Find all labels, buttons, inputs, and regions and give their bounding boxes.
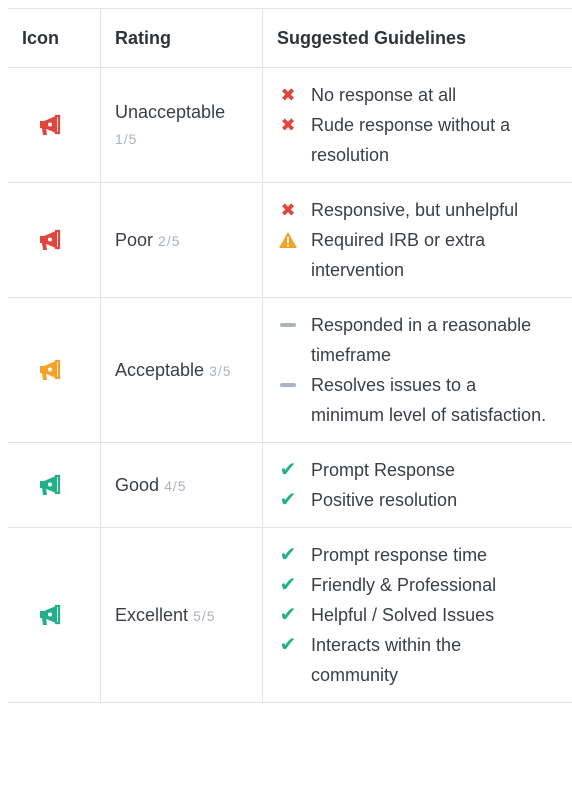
dash-icon — [277, 310, 299, 340]
check-icon: ✔ — [279, 634, 297, 656]
icon-cell — [8, 68, 101, 182]
guidelines-list: ✖ Responsive, but unhelpful Required IRB o… — [277, 183, 558, 297]
table-body: Unacceptable 1/5 ✖ No response at all ✖ Rude… — [8, 68, 572, 703]
guideline-text: Friendly & Professional — [311, 575, 497, 595]
icon-cell — [8, 443, 101, 527]
warning-icon — [277, 225, 299, 255]
guideline-text: No response at all — [311, 85, 457, 105]
list-item: Responded in a reasonable timeframe — [277, 310, 558, 370]
list-item: ✔ Prompt response time — [277, 540, 558, 570]
rating-cell: Excellent 5/5 — [101, 528, 263, 702]
guidelines-list: ✔ Prompt Response ✔ Positive resolution — [277, 443, 558, 527]
list-item: Resolves issues to a minimum level of sa… — [277, 370, 558, 430]
guideline-text: Positive resolution — [311, 490, 458, 510]
table-row: Excellent 5/5 ✔ Prompt response time ✔ Frien… — [8, 528, 572, 703]
guidelines-list: ✖ No response at all ✖ Rude response withou… — [277, 68, 558, 182]
rating-label: Good — [115, 474, 160, 495]
check-icon: ✔ — [279, 459, 297, 481]
rating-cell: Good 4/5 — [101, 443, 263, 527]
megaphone-icon — [38, 474, 64, 496]
megaphone-icon — [38, 114, 64, 136]
rating-label: Acceptable — [115, 359, 205, 380]
guideline-text: Prompt response time — [311, 545, 488, 565]
rating-score: 2/5 — [158, 232, 181, 249]
rating-score: 3/5 — [209, 362, 232, 379]
list-item: ✔ Helpful / Solved Issues — [277, 600, 558, 630]
rating-cell: Unacceptable 1/5 — [101, 68, 263, 182]
rating-guidelines-table: Icon Rating Suggested Guidelines Unaccep… — [8, 8, 572, 703]
guidelines-list: Responded in a reasonable timeframe Resol… — [277, 298, 558, 442]
guideline-text: Prompt Response — [311, 460, 456, 480]
list-item: ✔ Interacts within the community — [277, 630, 558, 690]
table-row: Acceptable 3/5 Responded in a reasonable … — [8, 298, 572, 443]
rating-label: Unacceptable — [115, 101, 226, 122]
rating-label: Poor — [115, 229, 154, 250]
guidelines-cell: ✔ Prompt response time ✔ Friendly & Profess… — [263, 528, 572, 702]
check-icon: ✔ — [279, 574, 297, 596]
list-item: ✔ Prompt Response — [277, 455, 558, 485]
guidelines-cell: ✖ No response at all ✖ Rude response withou… — [263, 68, 572, 182]
megaphone-icon — [38, 229, 64, 251]
icon-cell — [8, 298, 101, 442]
x-icon: ✖ — [280, 115, 296, 135]
list-item: Required IRB or extra intervention — [277, 225, 558, 285]
rating-label: Excellent — [115, 604, 189, 625]
guidelines-list: ✔ Prompt response time ✔ Friendly & Profess… — [277, 528, 558, 702]
guidelines-cell: ✔ Prompt Response ✔ Positive resolution — [263, 443, 572, 527]
rating-score: 1/5 — [115, 130, 138, 147]
check-icon: ✔ — [279, 544, 297, 566]
guideline-text: Required IRB or extra intervention — [311, 230, 486, 280]
guideline-text: Rude response without a resolution — [311, 115, 511, 165]
table-header-row: Icon Rating Suggested Guidelines — [8, 8, 572, 68]
guideline-text: Responsive, but unhelpful — [311, 200, 519, 220]
list-item: ✖ Rude response without a resolution — [277, 110, 558, 170]
guideline-text: Interacts within the community — [311, 635, 462, 685]
check-icon: ✔ — [279, 489, 297, 511]
list-item: ✔ Positive resolution — [277, 485, 558, 515]
list-item: ✔ Friendly & Professional — [277, 570, 558, 600]
rating-score: 5/5 — [193, 607, 216, 624]
guideline-text: Responded in a reasonable timeframe — [311, 315, 532, 365]
icon-cell — [8, 528, 101, 702]
table-row: Unacceptable 1/5 ✖ No response at all ✖ Rude… — [8, 68, 572, 183]
x-icon: ✖ — [280, 85, 296, 105]
table-row: Good 4/5 ✔ Prompt Response ✔ Positive resolu… — [8, 443, 572, 528]
megaphone-icon — [38, 604, 64, 626]
icon-cell — [8, 183, 101, 297]
column-header-guidelines: Suggested Guidelines — [277, 27, 467, 48]
column-header-rating: Rating — [101, 9, 263, 67]
guidelines-cell: Responded in a reasonable timeframe Resol… — [263, 298, 572, 442]
dash-icon — [277, 370, 299, 400]
guidelines-cell: ✖ Responsive, but unhelpful Required IRB o… — [263, 183, 572, 297]
rating-cell: Poor 2/5 — [101, 183, 263, 297]
list-item: ✖ No response at all — [277, 80, 558, 110]
x-icon: ✖ — [280, 200, 296, 220]
column-header-icon: Icon — [8, 9, 101, 67]
megaphone-icon — [38, 359, 64, 381]
check-icon: ✔ — [279, 604, 297, 626]
guideline-text: Resolves issues to a minimum level of sa… — [311, 375, 547, 425]
list-item: ✖ Responsive, but unhelpful — [277, 195, 558, 225]
table-row: Poor 2/5 ✖ Responsive, but unhelpful Requir… — [8, 183, 572, 298]
rating-score: 4/5 — [164, 477, 187, 494]
guideline-text: Helpful / Solved Issues — [311, 605, 495, 625]
rating-cell: Acceptable 3/5 — [101, 298, 263, 442]
